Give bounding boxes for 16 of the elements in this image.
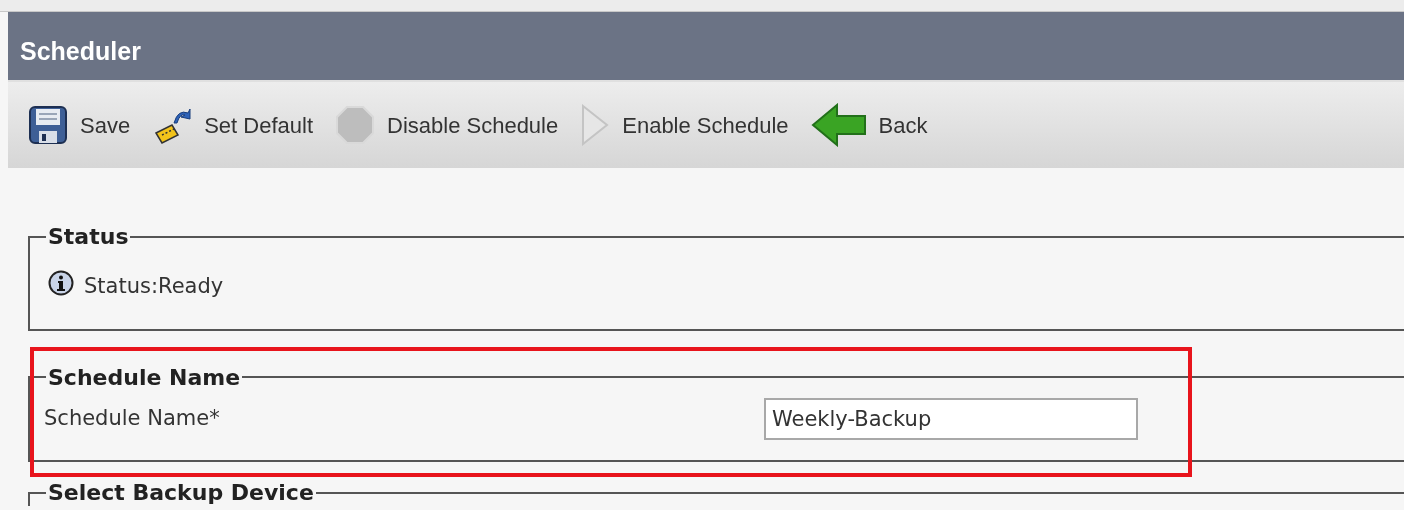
play-triangle-icon [580, 104, 611, 146]
field-label: Schedule Name* [44, 404, 221, 432]
status-message: Status:Ready [84, 273, 224, 300]
schedule-name-input[interactable]: Weekly-Backup [764, 397, 1138, 440]
toolbar-button[interactable]: Save [28, 105, 143, 145]
group-legend: Select Backup Device [46, 479, 316, 506]
left-arrow-icon [810, 103, 867, 147]
toolbar-button[interactable]: Enable Schedule [580, 104, 801, 146]
toolbar-button[interactable]: Back [810, 103, 940, 147]
group-legend: Status [46, 220, 131, 253]
toolbar-button[interactable]: Set Default [152, 105, 325, 145]
group-legend: Schedule Name [46, 360, 243, 394]
window-title: Scheduler [20, 35, 141, 67]
info-icon [48, 269, 74, 296]
octagon-icon [335, 105, 375, 145]
toolbar-button[interactable]: Disable Schedule [335, 105, 571, 145]
